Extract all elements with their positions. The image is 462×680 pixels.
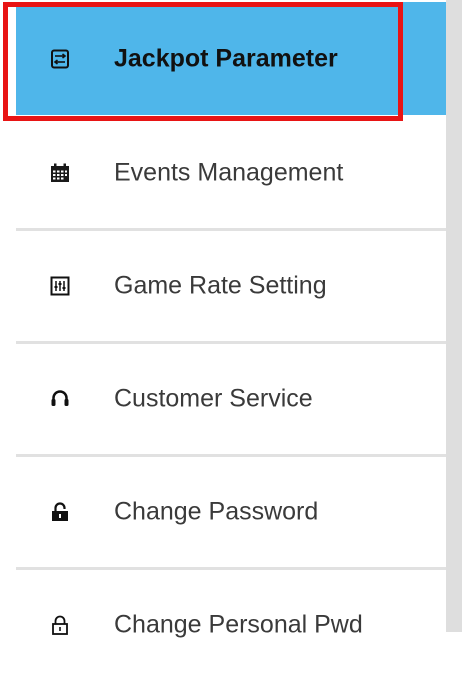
menu-item-events-management[interactable]: Events Management	[16, 118, 446, 228]
menu-item-label: Change Personal Pwd	[114, 610, 363, 639]
jackpot-settings-icon	[50, 49, 70, 69]
menu-item-label: Change Password	[114, 497, 319, 526]
menu-item-game-rate-setting[interactable]: Game Rate Setting	[16, 231, 446, 341]
headset-icon	[50, 389, 70, 409]
menu-item-change-password[interactable]: Change Password	[16, 457, 446, 567]
sliders-icon	[50, 276, 70, 296]
unlock-icon	[50, 615, 70, 635]
menu-item-customer-service[interactable]: Customer Service	[16, 344, 446, 454]
menu-item-label: Events Management	[114, 158, 344, 187]
menu-item-jackpot-parameter[interactable]: Jackpot Parameter	[16, 2, 446, 115]
menu-item-label: Game Rate Setting	[114, 271, 327, 300]
menu-item-label: Customer Service	[114, 384, 313, 413]
sidebar-menu: Jackpot Parameter Events Management Game…	[16, 0, 446, 637]
menu-item-label: Jackpot Parameter	[114, 44, 338, 72]
menu-item-change-personal-pwd[interactable]: Change Personal Pwd	[16, 570, 446, 680]
lock-icon	[50, 502, 70, 522]
calendar-icon	[50, 163, 70, 183]
scrollbar-track[interactable]	[446, 0, 462, 632]
